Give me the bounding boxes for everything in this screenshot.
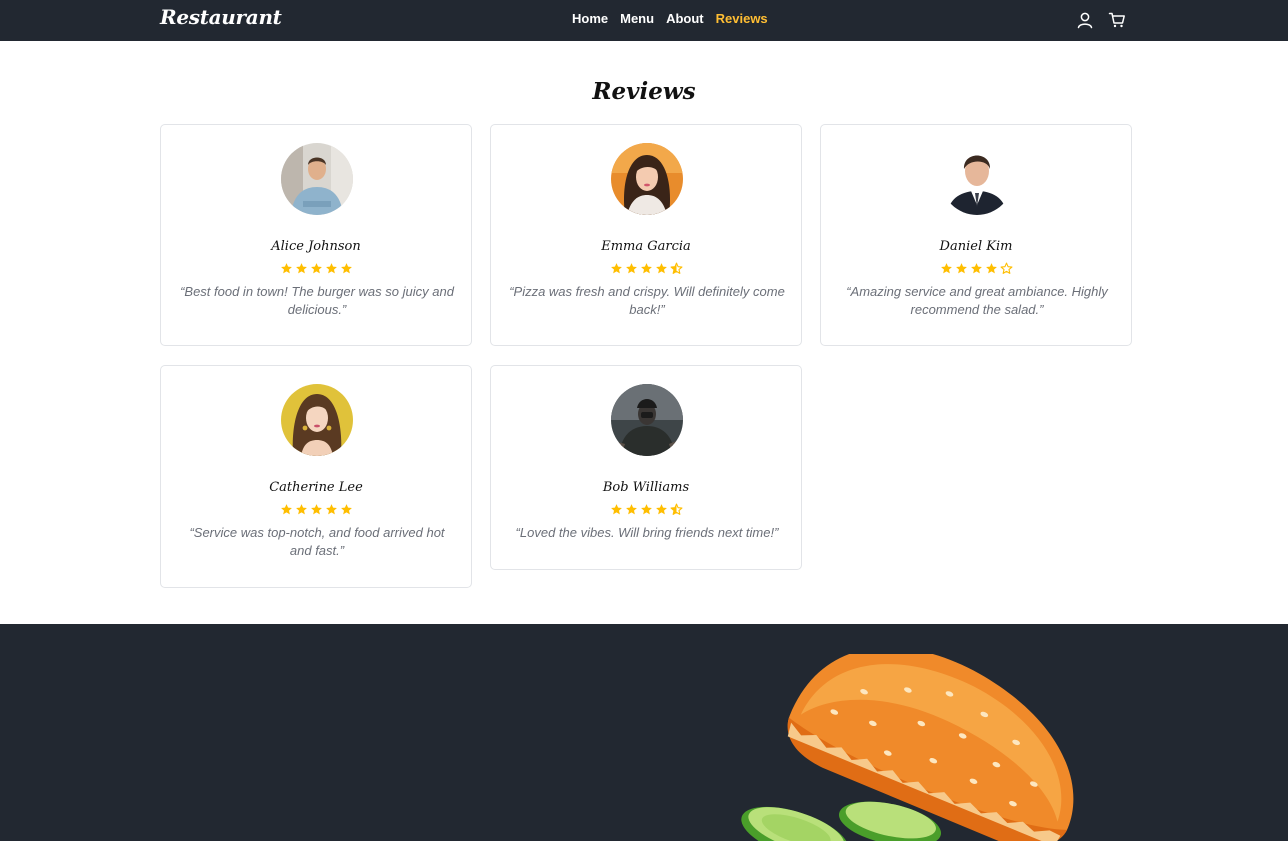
review-card: Daniel Kim “Amazing service and great am… <box>820 124 1132 346</box>
star-icon <box>985 263 997 274</box>
review-quote: “Best food in town! The burger was so ju… <box>180 284 454 317</box>
avatar <box>611 384 683 456</box>
reviewer-name: Emma Garcia <box>601 239 691 254</box>
review-quote: “Amazing service and great ambiance. Hig… <box>846 284 1108 317</box>
review-card: Emma Garcia “Pizza was fresh and crispy.… <box>490 124 802 346</box>
review-card: Alice Johnson “Best food in town! The bu… <box>160 124 472 346</box>
star-rating <box>821 262 1131 275</box>
star-half-icon <box>670 503 682 515</box>
nav-link-home[interactable]: Home <box>572 11 608 26</box>
nav-link-about[interactable]: About <box>666 11 704 26</box>
star-icon <box>325 263 337 274</box>
reviewer-name: Bob Williams <box>602 480 690 495</box>
burger-illustration <box>741 654 1074 841</box>
star-icon <box>295 263 307 274</box>
review-quote: “Service was top-notch, and food arrived… <box>189 525 445 558</box>
review-card: Bob Williams “Loved the vibes. Will brin… <box>490 365 802 570</box>
star-icon <box>955 263 967 274</box>
star-icon <box>625 263 637 274</box>
nav-icons <box>1076 11 1126 29</box>
brand-logo[interactable]: Restaurant <box>160 5 282 29</box>
star-icon <box>295 504 307 515</box>
nav-link-menu[interactable]: Menu <box>620 11 654 26</box>
star-rating <box>491 503 801 516</box>
top-navbar: Restaurant Home Menu About Reviews <box>0 0 1288 41</box>
star-icon <box>325 504 337 515</box>
avatar <box>941 143 1013 215</box>
star-rating <box>161 262 471 275</box>
review-card: Catherine Lee “Service was top-notch, an… <box>160 365 472 588</box>
star-icon <box>655 263 667 274</box>
star-rating <box>491 262 801 275</box>
star-empty-icon <box>1000 262 1012 274</box>
star-icon <box>625 504 637 515</box>
reviewer-name: Alice Johnson <box>271 239 361 254</box>
star-half-icon <box>670 262 682 274</box>
nav-links: Home Menu About Reviews <box>572 11 768 26</box>
star-rating <box>161 503 471 516</box>
star-icon <box>340 263 352 274</box>
star-icon <box>640 263 652 274</box>
star-icon <box>310 504 322 515</box>
reviewer-name: Daniel Kim <box>939 239 1013 254</box>
reviews-title: Reviews <box>592 78 696 105</box>
cart-icon[interactable] <box>1108 11 1126 29</box>
user-icon[interactable] <box>1076 11 1094 29</box>
star-icon <box>610 504 622 515</box>
star-icon <box>280 263 292 274</box>
star-icon <box>970 263 982 274</box>
nav-link-reviews[interactable]: Reviews <box>716 11 768 26</box>
review-quote: “Loved the vibes. Will bring friends nex… <box>515 525 779 540</box>
avatar <box>281 384 353 456</box>
hero-banner <box>0 624 1288 841</box>
star-icon <box>310 263 322 274</box>
avatar <box>611 143 683 215</box>
star-icon <box>655 504 667 515</box>
star-icon <box>340 504 352 515</box>
review-quote: “Pizza was fresh and crispy. Will defini… <box>509 284 785 317</box>
star-icon <box>280 504 292 515</box>
star-icon <box>640 504 652 515</box>
reviewer-name: Catherine Lee <box>269 480 363 495</box>
star-icon <box>940 263 952 274</box>
star-icon <box>610 263 622 274</box>
avatar <box>281 143 353 215</box>
